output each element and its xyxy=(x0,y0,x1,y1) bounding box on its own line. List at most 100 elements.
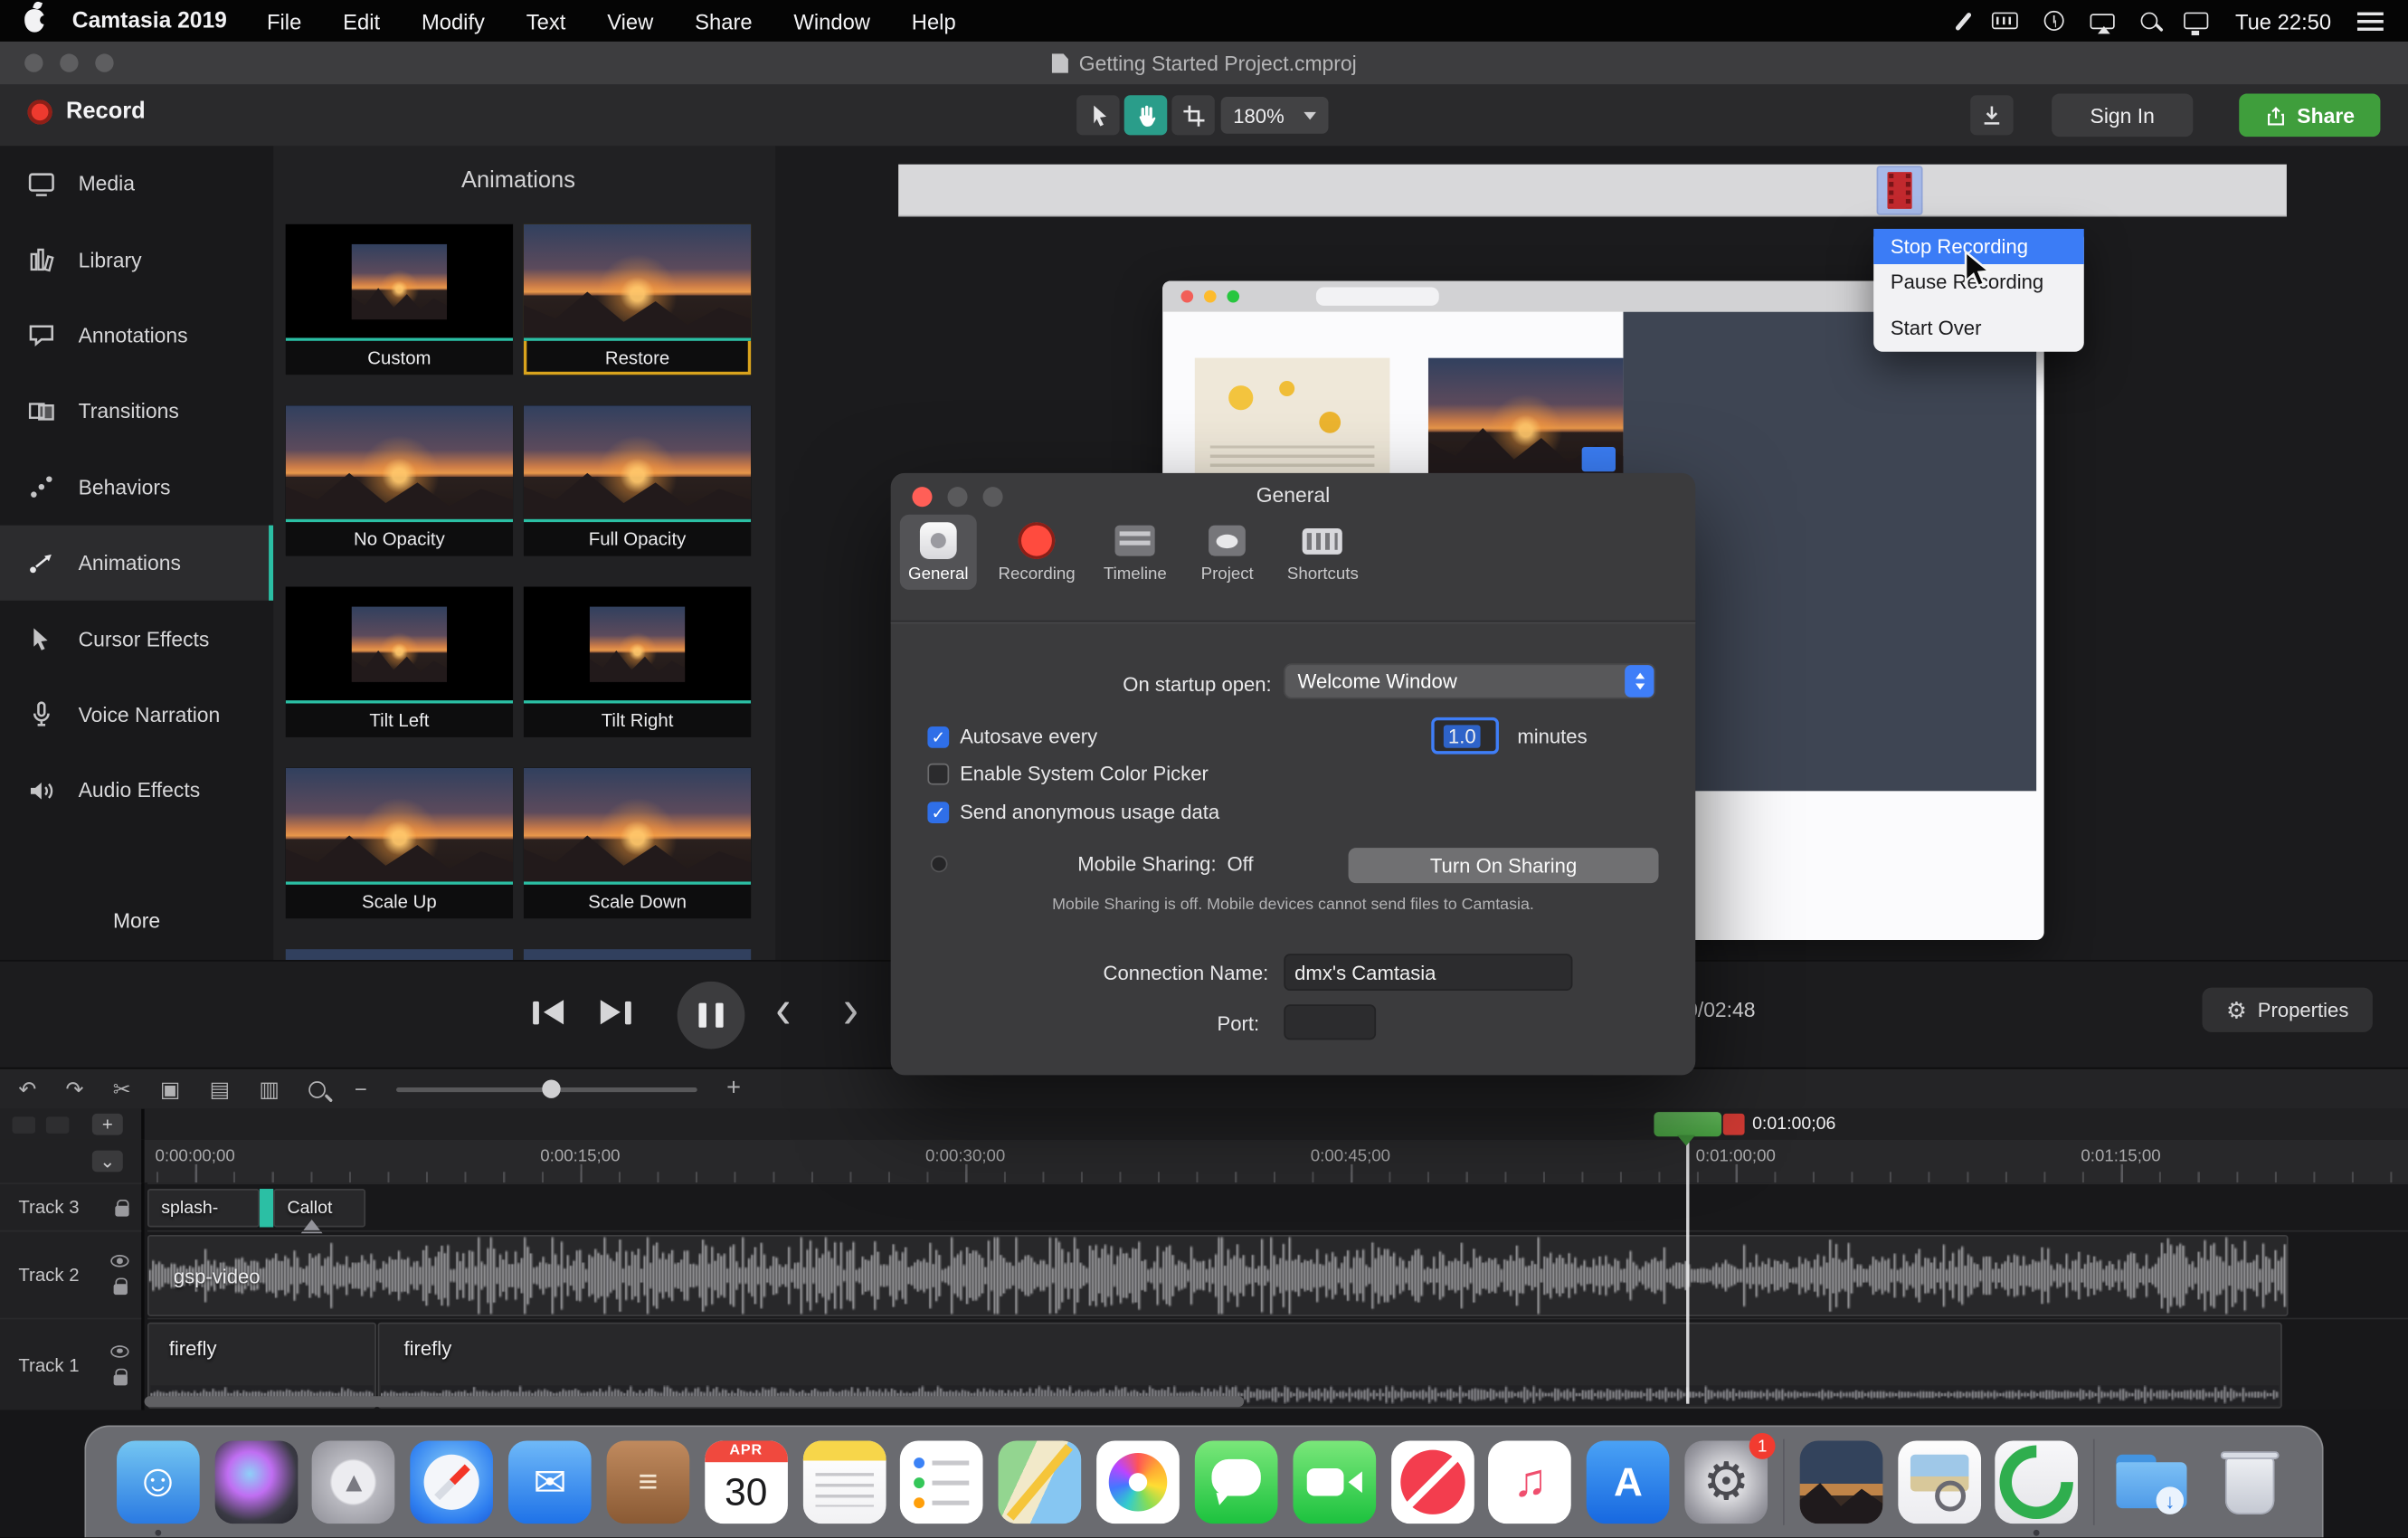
menubar-clock[interactable]: Tue 22:50 xyxy=(2235,8,2331,33)
clock-icon[interactable] xyxy=(2044,11,2064,31)
dock-siri[interactable] xyxy=(214,1440,298,1524)
port-input[interactable] xyxy=(1284,1004,1376,1040)
dock-separator-2[interactable] xyxy=(2093,1439,2095,1525)
properties-button[interactable]: ⚙ Properties xyxy=(2203,988,2373,1032)
tab-shortcuts[interactable]: Shortcuts xyxy=(1281,515,1364,590)
dock-reminders[interactable] xyxy=(901,1440,984,1524)
sidebar-item-behaviors[interactable]: Behaviors xyxy=(0,450,273,526)
menubar-menu-item[interactable]: Window xyxy=(793,8,870,33)
menubar-menu-item[interactable]: Edit xyxy=(343,8,380,33)
dock-calendar[interactable]: APR 30 xyxy=(705,1440,788,1524)
app-menu-title[interactable]: Camtasia 2019 xyxy=(72,8,227,33)
dock-launchpad[interactable]: ▲ xyxy=(312,1440,395,1524)
zoom-level-select[interactable]: 180% xyxy=(1221,97,1329,134)
pen-icon[interactable] xyxy=(1956,11,1973,30)
clip-gsp-video[interactable]: gsp-video xyxy=(147,1235,2289,1316)
previous-frame-button[interactable] xyxy=(533,1000,563,1024)
animation-restore[interactable]: Restore xyxy=(524,224,751,375)
menu-item-start-over[interactable]: Start Over xyxy=(1873,310,2084,346)
tab-timeline[interactable]: Timeline xyxy=(1096,515,1173,590)
dock-pictures[interactable] xyxy=(1799,1440,1882,1524)
sidebar-item-cursor-effects[interactable]: Cursor Effects xyxy=(0,601,273,677)
sidebar-item-media[interactable]: Media xyxy=(0,146,273,222)
paste-button[interactable]: ▤ xyxy=(210,1076,230,1102)
dock-music[interactable]: ♫ xyxy=(1489,1440,1572,1524)
dock-app-store[interactable]: A xyxy=(1587,1440,1670,1524)
dock-photos[interactable] xyxy=(1096,1440,1180,1524)
animation-tilt-right[interactable]: Tilt Right xyxy=(524,587,751,737)
dock-news[interactable] xyxy=(1390,1440,1474,1524)
lock-icon[interactable] xyxy=(115,1205,128,1216)
redo-button[interactable]: ↷ xyxy=(66,1076,84,1102)
pan-tool-button[interactable] xyxy=(1124,95,1168,135)
dock-notes[interactable] xyxy=(802,1440,886,1524)
usage-data-checkbox[interactable] xyxy=(927,802,949,823)
playhead-line[interactable] xyxy=(1686,1136,1689,1403)
dock-finder[interactable]: ☺ xyxy=(117,1440,200,1524)
sidebar-more-button[interactable]: More xyxy=(0,909,273,932)
sidebar-item-audio-effects[interactable]: Audio Effects xyxy=(0,753,273,829)
playhead-red-handle[interactable] xyxy=(1723,1114,1745,1135)
dock-trash[interactable] xyxy=(2208,1440,2291,1524)
animation-no-opacity[interactable]: No Opacity xyxy=(286,405,513,555)
collapse-tracks-button[interactable]: ⌄ xyxy=(92,1151,123,1172)
dock-contacts[interactable]: ≡ xyxy=(607,1440,690,1524)
autosave-checkbox[interactable] xyxy=(927,726,949,748)
recorder-menu-button[interactable] xyxy=(1877,166,1923,214)
timeline-horizontal-scrollbar[interactable] xyxy=(145,1396,1245,1407)
menubar-menu-item[interactable]: Help xyxy=(912,8,956,33)
color-picker-checkbox[interactable] xyxy=(927,764,949,785)
cut-button[interactable]: ✂ xyxy=(113,1076,131,1102)
playhead-green-handle[interactable] xyxy=(1654,1112,1721,1136)
spotlight-icon[interactable] xyxy=(2141,13,2158,30)
display-icon[interactable] xyxy=(2185,13,2209,30)
dock-maps[interactable] xyxy=(999,1440,1082,1524)
sign-in-button[interactable]: Sign In xyxy=(2052,94,2193,138)
partial-thumbnail[interactable] xyxy=(286,949,513,960)
sidebar-item-transitions[interactable]: Transitions xyxy=(0,374,273,450)
dock-safari[interactable] xyxy=(411,1440,494,1524)
startup-open-select[interactable]: Welcome Window xyxy=(1284,663,1655,698)
hamburger-menu-icon[interactable] xyxy=(2357,12,2384,30)
record-button[interactable]: Record xyxy=(28,99,146,125)
keyboard-icon[interactable] xyxy=(1993,13,2019,30)
minimize-window-button[interactable] xyxy=(60,53,78,71)
tab-project[interactable]: Project xyxy=(1189,515,1266,590)
slider-knob[interactable] xyxy=(542,1079,560,1097)
tab-general[interactable]: General xyxy=(900,515,977,590)
clip-splash[interactable]: splash- xyxy=(147,1189,260,1227)
menubar-menu-item[interactable]: File xyxy=(267,8,301,33)
share-button[interactable]: Share xyxy=(2239,94,2380,138)
tab-recording[interactable]: Recording xyxy=(992,515,1082,590)
dock-separator-1[interactable] xyxy=(1783,1439,1785,1525)
lock-icon[interactable] xyxy=(113,1374,127,1385)
turn-on-sharing-button[interactable]: Turn On Sharing xyxy=(1349,848,1659,883)
menubar-menu-item[interactable]: View xyxy=(607,8,653,33)
timeline-zoom-slider[interactable] xyxy=(396,1087,697,1091)
animation-scale-down[interactable]: Scale Down xyxy=(524,768,751,918)
sidebar-item-voice-narration[interactable]: Voice Narration xyxy=(0,677,273,753)
dock-preview[interactable] xyxy=(1898,1440,1981,1524)
visibility-eye-icon[interactable] xyxy=(110,1344,128,1357)
next-frame-button[interactable] xyxy=(601,1000,630,1024)
zoom-window-button[interactable] xyxy=(95,53,113,71)
sidebar-item-library[interactable]: Library xyxy=(0,222,273,298)
lock-icon[interactable] xyxy=(113,1284,127,1295)
animation-full-opacity[interactable]: Full Opacity xyxy=(524,405,751,555)
transition-handle[interactable] xyxy=(260,1189,273,1227)
zoom-out-button[interactable]: − xyxy=(355,1077,367,1101)
dock-messages[interactable] xyxy=(1195,1440,1278,1524)
timeline-ruler[interactable]: ⌄ 0:00:00;000:00:15;000:00:30;000:00:45;… xyxy=(0,1140,2408,1183)
dock-facetime[interactable] xyxy=(1293,1440,1376,1524)
sidebar-item-animations[interactable]: Animations xyxy=(0,526,273,602)
export-download-button[interactable] xyxy=(1970,95,2014,135)
animation-tilt-left[interactable]: Tilt Left xyxy=(286,587,513,737)
jump-back-button[interactable]: ‹ xyxy=(775,983,791,1039)
menubar-menu-item[interactable]: Share xyxy=(695,8,752,33)
add-track-button[interactable]: + xyxy=(92,1114,123,1135)
animation-scale-up[interactable]: Scale Up xyxy=(286,768,513,918)
dock-mail[interactable]: ✉ xyxy=(508,1440,592,1524)
pause-button[interactable] xyxy=(678,982,745,1049)
gutter-icon-2[interactable] xyxy=(46,1116,69,1134)
dock-downloads[interactable]: ↓ xyxy=(2110,1440,2194,1524)
